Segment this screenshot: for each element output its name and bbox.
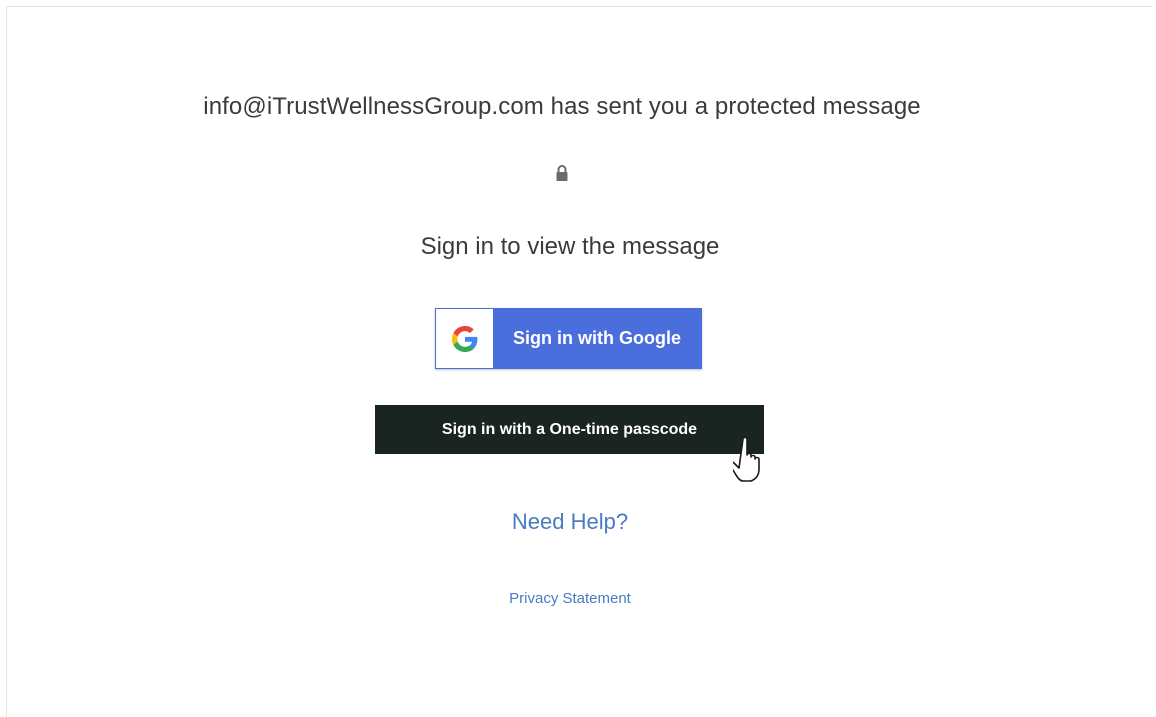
privacy-statement-link[interactable]: Privacy Statement xyxy=(7,590,1133,607)
message-panel: info@iTrustWellnessGroup.com has sent yo… xyxy=(6,6,1153,717)
google-logo-container xyxy=(436,309,493,368)
sender-line: info@iTrustWellnessGroup.com has sent yo… xyxy=(203,93,921,120)
lock-icon xyxy=(556,165,568,181)
sign-in-with-google-button[interactable]: Sign in with Google xyxy=(435,308,702,369)
need-help-link[interactable]: Need Help? xyxy=(7,509,1133,535)
sign-in-heading: Sign in to view the message xyxy=(420,233,720,260)
google-icon xyxy=(451,325,477,352)
sign-in-with-passcode-button[interactable]: Sign in with a One-time passcode xyxy=(375,405,764,454)
pointer-hand-icon xyxy=(733,436,760,482)
google-button-label: Sign in with Google xyxy=(513,328,681,348)
